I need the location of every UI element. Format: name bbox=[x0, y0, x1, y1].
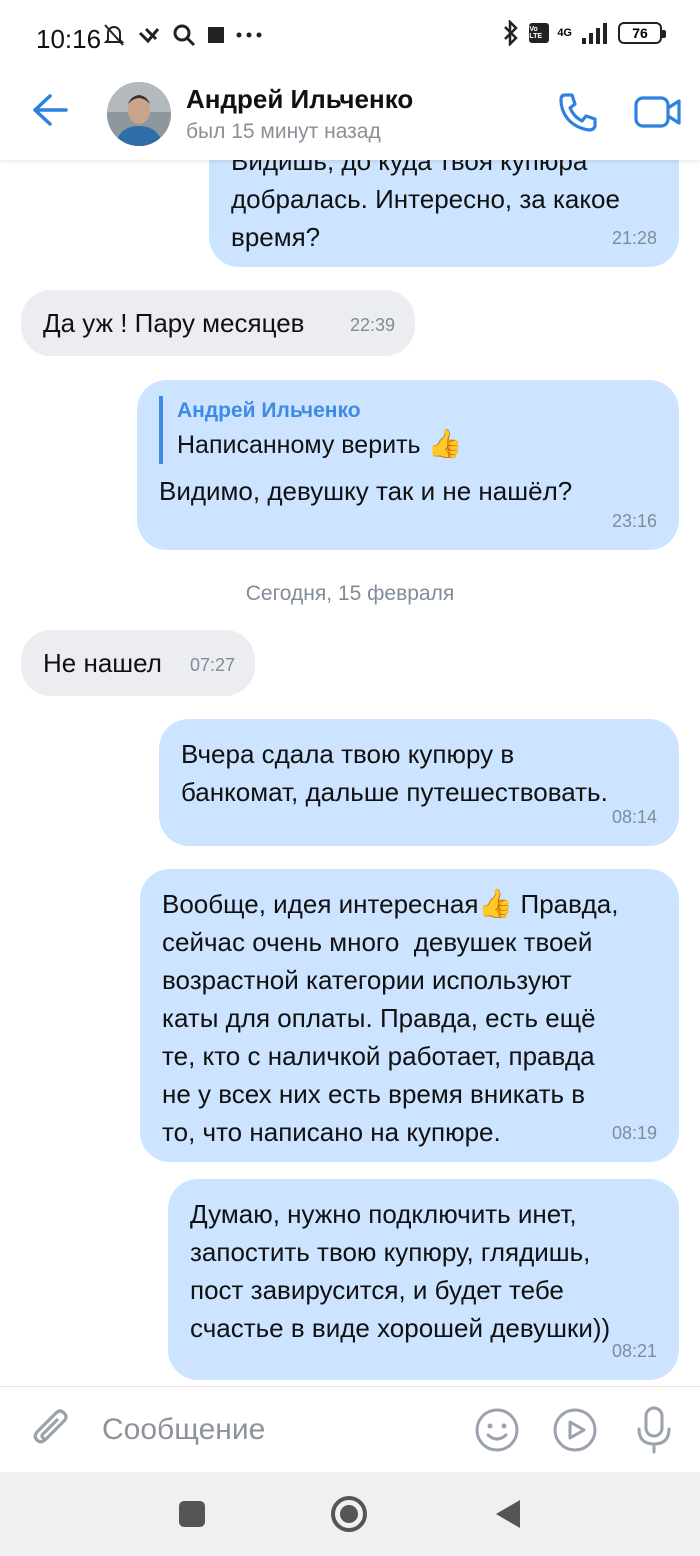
message-outgoing[interactable]: Думаю, нужно подключить инет, запостить … bbox=[168, 1179, 679, 1380]
volte-icon: Vo LTE bbox=[529, 23, 550, 43]
battery-level: 76 bbox=[632, 25, 648, 41]
status-system-icons: Vo LTE 4G 76 bbox=[501, 20, 666, 46]
status-bar: 10:16 Vo LTE 4G 76 bbox=[0, 0, 700, 74]
play-circle-icon[interactable] bbox=[552, 1407, 598, 1453]
message-composer bbox=[0, 1386, 700, 1472]
status-notification-icons bbox=[102, 22, 262, 48]
phone-icon[interactable] bbox=[556, 90, 600, 134]
reply-text: Написанному верить bbox=[177, 431, 421, 459]
message-time: 08:19 bbox=[611, 1123, 657, 1143]
status-time: 10:16 bbox=[36, 24, 102, 54]
system-navigation-bar bbox=[0, 1472, 700, 1556]
avatar-photo bbox=[107, 82, 171, 146]
message-incoming[interactable]: Да уж ! Пару месяцев 22:39 bbox=[21, 290, 415, 356]
circle-nav-icon bbox=[331, 1496, 367, 1532]
message-text: Видимо, девушку так и не нашёл? bbox=[159, 476, 573, 506]
signal-icon bbox=[582, 23, 607, 44]
date-separator: Сегодня, 15 февраля bbox=[245, 582, 455, 605]
message-time: 23:16 bbox=[611, 511, 657, 531]
paperclip-icon[interactable] bbox=[30, 1407, 72, 1453]
message-time: 08:21 bbox=[611, 1341, 657, 1361]
message-outgoing[interactable]: Вчера сдала твою купюру в банкомат, даль… bbox=[159, 719, 679, 846]
back-button[interactable] bbox=[488, 1494, 528, 1534]
bell-off-icon bbox=[103, 24, 125, 46]
message-time: 21:28 bbox=[611, 228, 657, 248]
video-camera-icon[interactable] bbox=[634, 94, 682, 130]
contact-name[interactable]: Андрей Ильченко bbox=[186, 84, 413, 115]
message-input[interactable] bbox=[102, 1407, 442, 1453]
arrow-left-icon[interactable] bbox=[30, 92, 70, 128]
search-status-icon bbox=[173, 24, 196, 47]
message-time: 22:39 bbox=[349, 315, 395, 335]
microphone-icon[interactable] bbox=[634, 1405, 674, 1455]
message-text: Думаю, нужно подключить инет, запостить … bbox=[190, 1199, 611, 1343]
last-seen-status: был 15 минут назад bbox=[186, 120, 381, 143]
message-text: Видишь, до куда твоя купюра добралась. И… bbox=[231, 160, 620, 252]
message-outgoing[interactable]: Вообще, идея интересная👍 Правда, сейчас … bbox=[140, 869, 679, 1162]
message-incoming[interactable]: Не нашел 07:27 bbox=[21, 630, 255, 696]
chat-header: Андрей Ильченко был 15 минут назад bbox=[0, 74, 700, 160]
battery-icon: 76 bbox=[618, 22, 666, 44]
message-list[interactable]: Видишь, до куда твоя купюра добралась. И… bbox=[0, 160, 700, 1386]
home-button[interactable] bbox=[329, 1494, 369, 1534]
vk-hearts-icon bbox=[138, 27, 160, 44]
message-text: Вообще, идея интересная👍 Правда, сейчас … bbox=[162, 885, 659, 1151]
network-type: 4G bbox=[557, 27, 572, 39]
bluetooth-icon bbox=[504, 20, 519, 46]
message-time: 07:27 bbox=[189, 655, 235, 675]
message-text: Вчера сдала твою купюру в банкомат, даль… bbox=[181, 739, 608, 807]
message-outgoing-reply[interactable]: Андрей Ильченко Написанному верить 👍 Вид… bbox=[137, 380, 679, 550]
square-nav-icon bbox=[179, 1501, 205, 1527]
more-dots-icon bbox=[236, 32, 262, 38]
thumbs-up-icon: 👍 bbox=[478, 888, 514, 919]
message-outgoing[interactable]: Видишь, до куда твоя купюра добралась. И… bbox=[209, 160, 679, 267]
avatar[interactable] bbox=[107, 82, 171, 146]
thumbs-up-icon: 👍 bbox=[427, 428, 463, 459]
message-time: 08:14 bbox=[611, 807, 657, 827]
message-text-part: Вообще, идея интересная bbox=[162, 889, 479, 919]
recent-apps-button[interactable] bbox=[172, 1494, 212, 1534]
reply-quote[interactable]: Андрей Ильченко Написанному верить 👍 bbox=[159, 396, 657, 464]
message-text-part: Правда, сейчас очень много девушек твоей… bbox=[162, 889, 619, 1147]
square-status-icon bbox=[208, 27, 224, 43]
smile-icon[interactable] bbox=[474, 1407, 520, 1453]
reply-author: Андрей Ильченко bbox=[177, 399, 361, 422]
triangle-back-icon bbox=[496, 1500, 520, 1528]
